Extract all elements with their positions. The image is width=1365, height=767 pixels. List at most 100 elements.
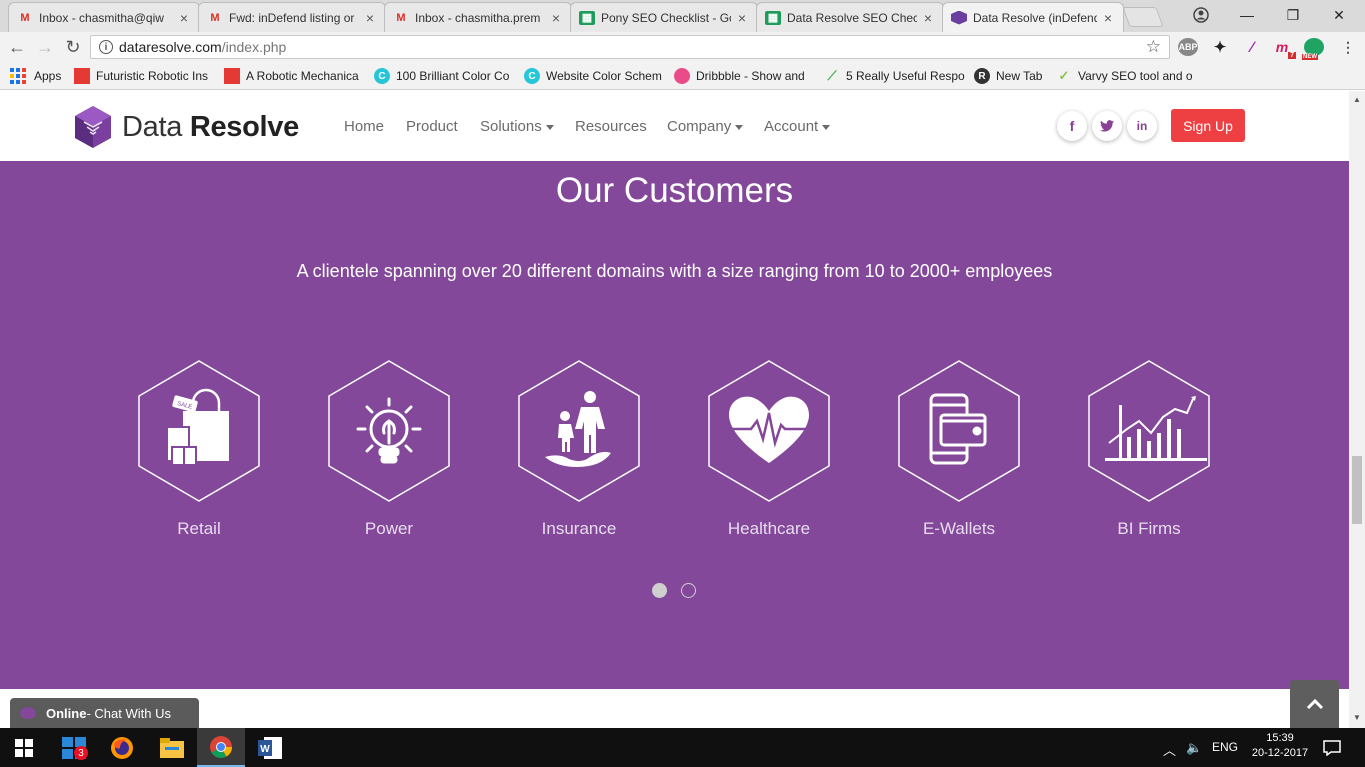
close-tab-icon[interactable]: × [177,10,191,26]
close-window-icon[interactable]: ✕ [1316,0,1362,30]
caret-down-icon [822,124,831,130]
data-resolve-logo-icon [75,106,111,148]
section-subtitle: A clientele spanning over 20 different d… [296,261,1053,281]
feather-extension-icon[interactable]: ∕ [1242,38,1262,56]
nav-product[interactable]: Product [406,118,458,135]
chat-bubble-icon [20,707,36,719]
url-input[interactable]: i dataresolve.com/index.php ☆ [90,35,1170,59]
show-hidden-icons-icon[interactable]: ︿ [1163,740,1176,759]
bookmark-website-color-schemes[interactable]: C Website Color Schem [524,68,662,84]
back-icon[interactable]: ← [6,36,28,58]
restore-icon[interactable]: ❐ [1270,0,1316,30]
tab-fwd-indefend[interactable]: M Fwd: inDefend listing or × [198,2,386,32]
volume-icon[interactable]: 🔈 [1186,740,1202,756]
canva-icon: C [374,68,390,84]
phone-wallet-icon [929,393,987,465]
shopping-bags-icon: SALE [166,388,229,466]
word-icon[interactable]: W [246,728,294,767]
bookmarks-bar: Apps Futuristic Robotic Ins A Robotic Me… [0,62,1365,90]
bookmark-apps[interactable]: Apps [10,68,61,84]
nav-resources[interactable]: Resources [575,118,647,135]
tab-pony-seo-checklist[interactable]: ▦ Pony SEO Checklist - Go × [570,2,758,32]
tab-data-resolve-seo[interactable]: ▦ Data Resolve SEO Chec × [756,2,944,32]
chevron-up-icon [1306,698,1323,710]
language-indicator[interactable]: ENG [1212,740,1238,754]
carousel-dot-2[interactable] [681,583,696,598]
svg-text:W: W [260,744,270,755]
bookmark-5-really-useful[interactable]: ⟋ 5 Really Useful Respo [824,68,964,84]
nav-company[interactable]: Company [667,118,744,135]
gmail-icon: M [396,11,406,24]
carousel-dots [652,583,696,598]
caret-down-icon [735,124,744,130]
chat-widget[interactable]: Online - Chat With Us [10,698,199,728]
close-tab-icon[interactable]: × [549,10,563,26]
chrome-menu-icon[interactable]: ⋮ [1338,38,1358,56]
chrome-taskbar-icon[interactable] [197,728,245,767]
clock[interactable]: 15:39 20-12-2017 [1250,731,1310,761]
close-tab-icon[interactable]: × [735,10,749,26]
new-tab-button[interactable] [1122,7,1164,27]
customer-label: E-Wallets [922,519,996,538]
notifications-icon[interactable] [1312,728,1352,767]
adblock-plus-icon[interactable]: ABP [1178,38,1198,56]
profile-icon[interactable] [1178,0,1224,30]
gmail-icon: M [20,11,30,24]
scrollbar-thumb[interactable] [1352,456,1362,524]
mixmax-extension-icon[interactable]: m7 [1272,38,1296,59]
bookmark-robotic-mechanical[interactable]: A Robotic Mechanica [224,68,359,84]
close-tab-icon[interactable]: × [921,10,935,26]
apps-grid-icon [10,68,26,84]
reload-icon[interactable]: ↻ [62,36,84,58]
windows-start-icon[interactable] [0,728,48,767]
bookmark-100-brilliant-color[interactable]: C 100 Brilliant Color Co [374,68,509,84]
bookmark-varvy-seo[interactable]: ✓ Varvy SEO tool and o [1056,68,1193,84]
tab-inbox-chasmitha[interactable]: M Inbox - chasmitha@qiw × [8,2,200,32]
scroll-to-top-button[interactable] [1290,680,1339,728]
customers-section: Our Customers A clientele spanning over … [0,161,1349,689]
caret-down-icon [545,124,554,130]
flipboard-icon [74,68,90,84]
facebook-icon[interactable]: f [1057,111,1087,141]
twitter-icon[interactable]: t [1092,111,1122,141]
customer-ewallets: E-Wallets [897,359,1021,538]
section-title: Our Customers [555,171,794,210]
site-logo[interactable]: Data Resolve [74,105,299,149]
tab-data-resolve-active[interactable]: Data Resolve (inDefend × [942,2,1124,32]
address-bar-row: ← → ↻ i dataresolve.com/index.php ☆ ABP … [0,32,1365,62]
nav-solutions[interactable]: Solutions [480,118,554,135]
close-tab-icon[interactable]: × [1101,10,1115,26]
logo-text: Data Resolve [122,110,299,143]
close-tab-icon[interactable]: × [363,10,377,26]
forward-icon[interactable]: → [34,36,56,58]
file-explorer-icon[interactable] [148,728,196,767]
nav-account[interactable]: Account [764,118,831,135]
page-scrollbar[interactable]: ▲ ▼ [1349,91,1365,728]
varvy-check-icon: ✓ [1058,68,1070,83]
linkedin-icon[interactable]: in [1127,111,1157,141]
customer-label: Insurance [541,519,617,538]
info-icon[interactable]: i [99,40,113,54]
bookmark-new-tab[interactable]: R New Tab [974,68,1042,84]
scroll-up-icon[interactable]: ▲ [1353,95,1361,104]
hexagon-frame [518,360,640,502]
ninja-extension-icon[interactable]: ✦ [1210,38,1230,56]
customer-power: Power [327,359,451,538]
store-app-icon[interactable]: 3 [50,728,98,767]
firefox-icon[interactable] [98,728,146,767]
minimize-icon[interactable]: — [1224,0,1270,30]
signup-button[interactable]: Sign Up [1171,109,1245,142]
grammarly-extension-icon[interactable]: NEW [1302,38,1324,60]
scroll-down-icon[interactable]: ▼ [1353,713,1361,722]
dataresolve-icon [951,10,967,25]
customer-bi-firms: BI Firms [1087,359,1211,538]
browser-tab-strip: M Inbox - chasmitha@qiw × M Fwd: inDefen… [0,0,1365,32]
bookmark-dribbble[interactable]: Dribbble - Show and [674,68,805,84]
customer-label: Healthcare [727,519,811,538]
carousel-dot-1[interactable] [652,583,667,598]
bookmark-star-icon[interactable]: ☆ [1146,37,1161,57]
nav-home[interactable]: Home [344,118,384,135]
tab-inbox-chasmitha-prem[interactable]: M Inbox - chasmitha.prem × [384,2,572,32]
customer-label: BI Firms [1117,519,1181,538]
bookmark-futuristic-robotic[interactable]: Futuristic Robotic Ins [74,68,208,84]
